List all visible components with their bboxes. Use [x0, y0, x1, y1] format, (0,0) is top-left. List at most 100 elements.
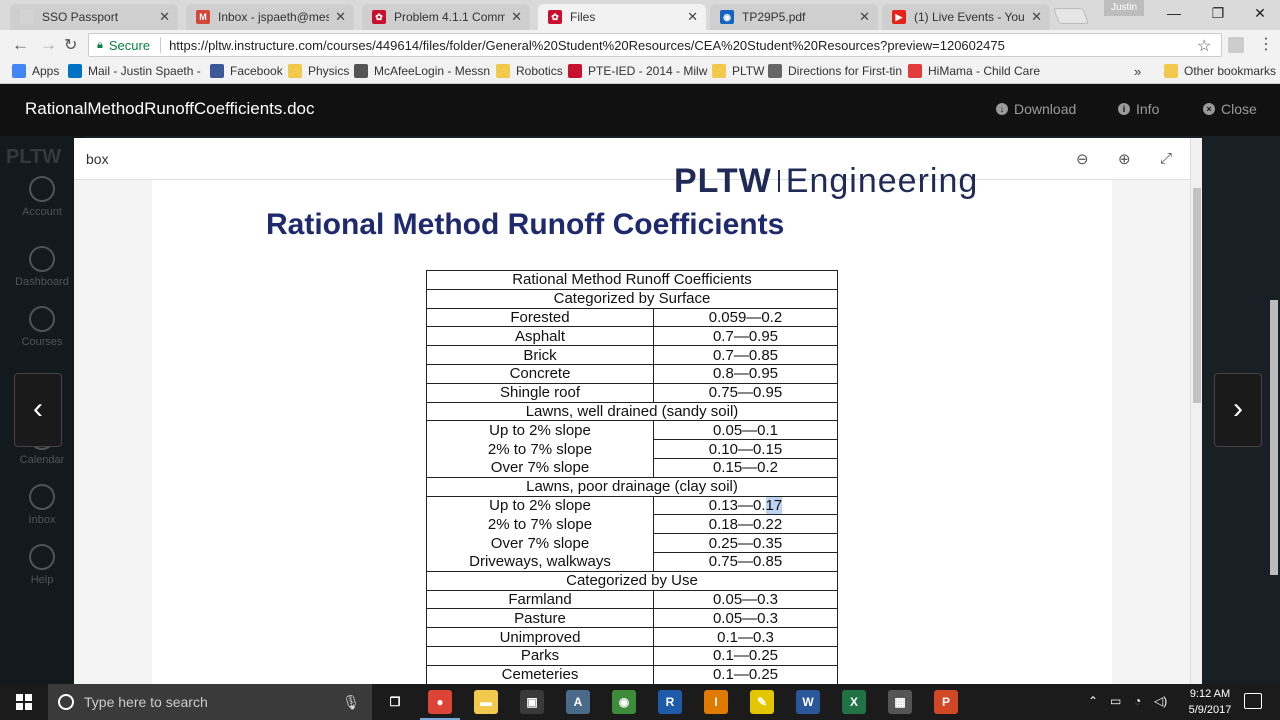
excel-icon[interactable]: X	[842, 690, 866, 714]
windows-start-icon[interactable]	[16, 694, 32, 710]
outlook-icon	[68, 64, 82, 78]
zoom-in-icon[interactable]: ⊕	[1118, 150, 1131, 168]
action-center-icon[interactable]	[1244, 693, 1262, 709]
taskbar-search[interactable]: Type here to search 🎙︎	[48, 684, 372, 720]
url-text[interactable]: https://pltw.instructure.com/courses/449…	[169, 38, 1005, 53]
lock-icon: 🔒︎	[97, 38, 103, 51]
show-hidden-icons[interactable]: ⌃	[1088, 694, 1098, 708]
viewer-scrollbar[interactable]	[1190, 138, 1202, 684]
surface-type-cell: Pasture	[426, 608, 654, 629]
bookmark-item[interactable]: HiMama - Child Care	[908, 64, 1040, 78]
app-orange-icon[interactable]: I	[704, 690, 728, 714]
bookmark-item[interactable]: Robotics	[496, 64, 563, 78]
bookmark-star-icon[interactable]: ☆	[1197, 36, 1211, 56]
clock[interactable]: 9:12 AM 5/9/2017	[1180, 686, 1240, 718]
extension-icon[interactable]	[1228, 37, 1244, 53]
app-blue-icon[interactable]: R	[658, 690, 682, 714]
chevron-left-icon: ‹	[33, 392, 43, 425]
minimize-icon[interactable]: —	[1152, 0, 1196, 28]
viewer-scrollbar-thumb[interactable]	[1193, 188, 1201, 403]
other-bookmarks[interactable]: Other bookmarks	[1164, 64, 1276, 78]
bookmark-label: Physics	[308, 64, 350, 78]
surface-type-cell: Concrete	[426, 363, 654, 384]
powerpoint-icon[interactable]: P	[934, 690, 958, 714]
bookmark-item[interactable]: Apps	[12, 64, 59, 78]
volume-icon[interactable]: ◁)	[1154, 694, 1167, 708]
autodesk-icon[interactable]: A	[566, 690, 590, 714]
app-green-icon[interactable]: ◉	[612, 690, 636, 714]
previous-file-button[interactable]: ‹	[14, 373, 62, 447]
calculator-icon[interactable]: ▦	[888, 690, 912, 714]
bookmark-label: PLTW	[732, 64, 765, 78]
table-row: 2% to 7% slope 0.18—0.22	[426, 514, 838, 535]
close-tab-icon[interactable]: ✕	[687, 9, 698, 25]
windows-taskbar: Type here to search 🎙︎ ⌃ ▭ ◔ ◁) 9:12 AM …	[0, 684, 1280, 720]
close-tab-icon[interactable]: ✕	[159, 9, 170, 25]
zoom-out-icon[interactable]: ⊖	[1076, 150, 1089, 168]
table-section-header: Categorized by Surface	[426, 288, 838, 309]
close-tab-icon[interactable]: ✕	[511, 9, 522, 25]
viewer-toolbar: box ⊖ ⊕ ⤢	[74, 138, 1190, 180]
table-row: Unimproved 0.1—0.3	[426, 627, 838, 647]
address-bar[interactable]: 🔒︎ Secure https://pltw.instructure.com/c…	[88, 33, 1222, 57]
facebook-icon	[210, 64, 224, 78]
tab-title: (1) Live Events - YouTu	[914, 10, 1025, 24]
table-section-header: Lawns, poor drainage (clay soil)	[426, 476, 838, 497]
task-view-icon[interactable]: ❐	[383, 690, 407, 714]
bookmark-item[interactable]: Physics	[288, 64, 349, 78]
bookmark-label: PTE-IED - 2014 - Milw	[588, 64, 708, 78]
coefficient-cell: 0.05—0.1	[653, 420, 838, 441]
page-scrollbar-thumb[interactable]	[1270, 300, 1278, 575]
wifi-icon[interactable]: ◔	[1134, 694, 1141, 708]
forward-icon[interactable]: →	[40, 35, 57, 55]
browser-tab[interactable]: M Inbox - jspaeth@messm ✕	[186, 4, 354, 30]
sticky-notes-icon[interactable]: ✎	[750, 690, 774, 714]
download-label: Download	[1014, 101, 1077, 117]
microphone-icon[interactable]: 🎙︎	[342, 694, 360, 711]
table-row: Pasture 0.05—0.3	[426, 608, 838, 629]
bookmark-item[interactable]: Directions for First-tin	[768, 64, 902, 78]
tab-title: SSO Passport	[42, 10, 119, 24]
next-file-button[interactable]: ›	[1214, 373, 1262, 447]
bookmark-item[interactable]: Facebook	[210, 64, 283, 78]
back-icon[interactable]: ←	[12, 35, 29, 55]
store-icon[interactable]: ▣	[520, 690, 544, 714]
coefficient-cell: 0.7—0.95	[653, 326, 838, 347]
browser-tab[interactable]: ◉ TP29P5.pdf ✕	[710, 4, 878, 30]
profile-button[interactable]: Justin	[1104, 0, 1144, 16]
bookmark-item[interactable]: McAfeeLogin - Messn	[354, 64, 490, 78]
word-icon[interactable]: W	[796, 690, 820, 714]
close-tab-icon[interactable]: ✕	[859, 9, 870, 25]
surface-type-cell: Shingle roof	[426, 382, 654, 403]
browser-tab[interactable]: ▶ (1) Live Events - YouTu ✕	[882, 4, 1050, 30]
chrome-menu-icon[interactable]: ⋮	[1258, 34, 1274, 54]
table-section-header: Categorized by Use	[426, 570, 838, 591]
file-explorer-icon[interactable]: ▬	[474, 690, 498, 714]
coefficient-cell: 0.25—0.35	[653, 533, 838, 553]
chevron-right-icon: ›	[1233, 392, 1243, 425]
table-row: Parks 0.1—0.25	[426, 645, 838, 666]
browser-tab[interactable]: ✿ Files ✕	[538, 4, 706, 30]
bookmark-item[interactable]: Mail - Justin Spaeth -	[68, 64, 201, 78]
close-window-icon[interactable]: ✕	[1238, 0, 1280, 28]
bookmark-item[interactable]: PTE-IED - 2014 - Milw	[568, 64, 707, 78]
bookmarks-overflow-button[interactable]: »	[1134, 64, 1141, 79]
browser-tab[interactable]: SSO Passport ✕	[10, 4, 178, 30]
browser-tab[interactable]: ✿ Problem 4.1.1 Commen ✕	[362, 4, 530, 30]
reload-icon[interactable]: ↻	[64, 35, 77, 55]
info-icon: i	[1118, 103, 1130, 115]
surface-type-cell: Farmland	[426, 589, 654, 610]
battery-icon[interactable]: ▭	[1110, 694, 1121, 708]
download-button[interactable]: ↓ Download	[996, 101, 1076, 117]
fullscreen-icon[interactable]: ⤢	[1160, 150, 1172, 167]
close-tab-icon[interactable]: ✕	[1031, 9, 1042, 25]
chrome-icon[interactable]: ●	[420, 690, 460, 720]
maximize-icon[interactable]: ❐	[1196, 0, 1240, 28]
document-page: PLTW Engineering Rational Method Runoff C…	[152, 162, 1112, 684]
box-logo: box	[86, 151, 109, 167]
close-tab-icon[interactable]: ✕	[335, 9, 346, 25]
bookmark-item[interactable]: PLTW	[712, 64, 764, 78]
close-preview-button[interactable]: × Close	[1203, 101, 1257, 117]
info-button[interactable]: i Info	[1118, 101, 1159, 117]
new-tab-button[interactable]	[1053, 8, 1089, 24]
